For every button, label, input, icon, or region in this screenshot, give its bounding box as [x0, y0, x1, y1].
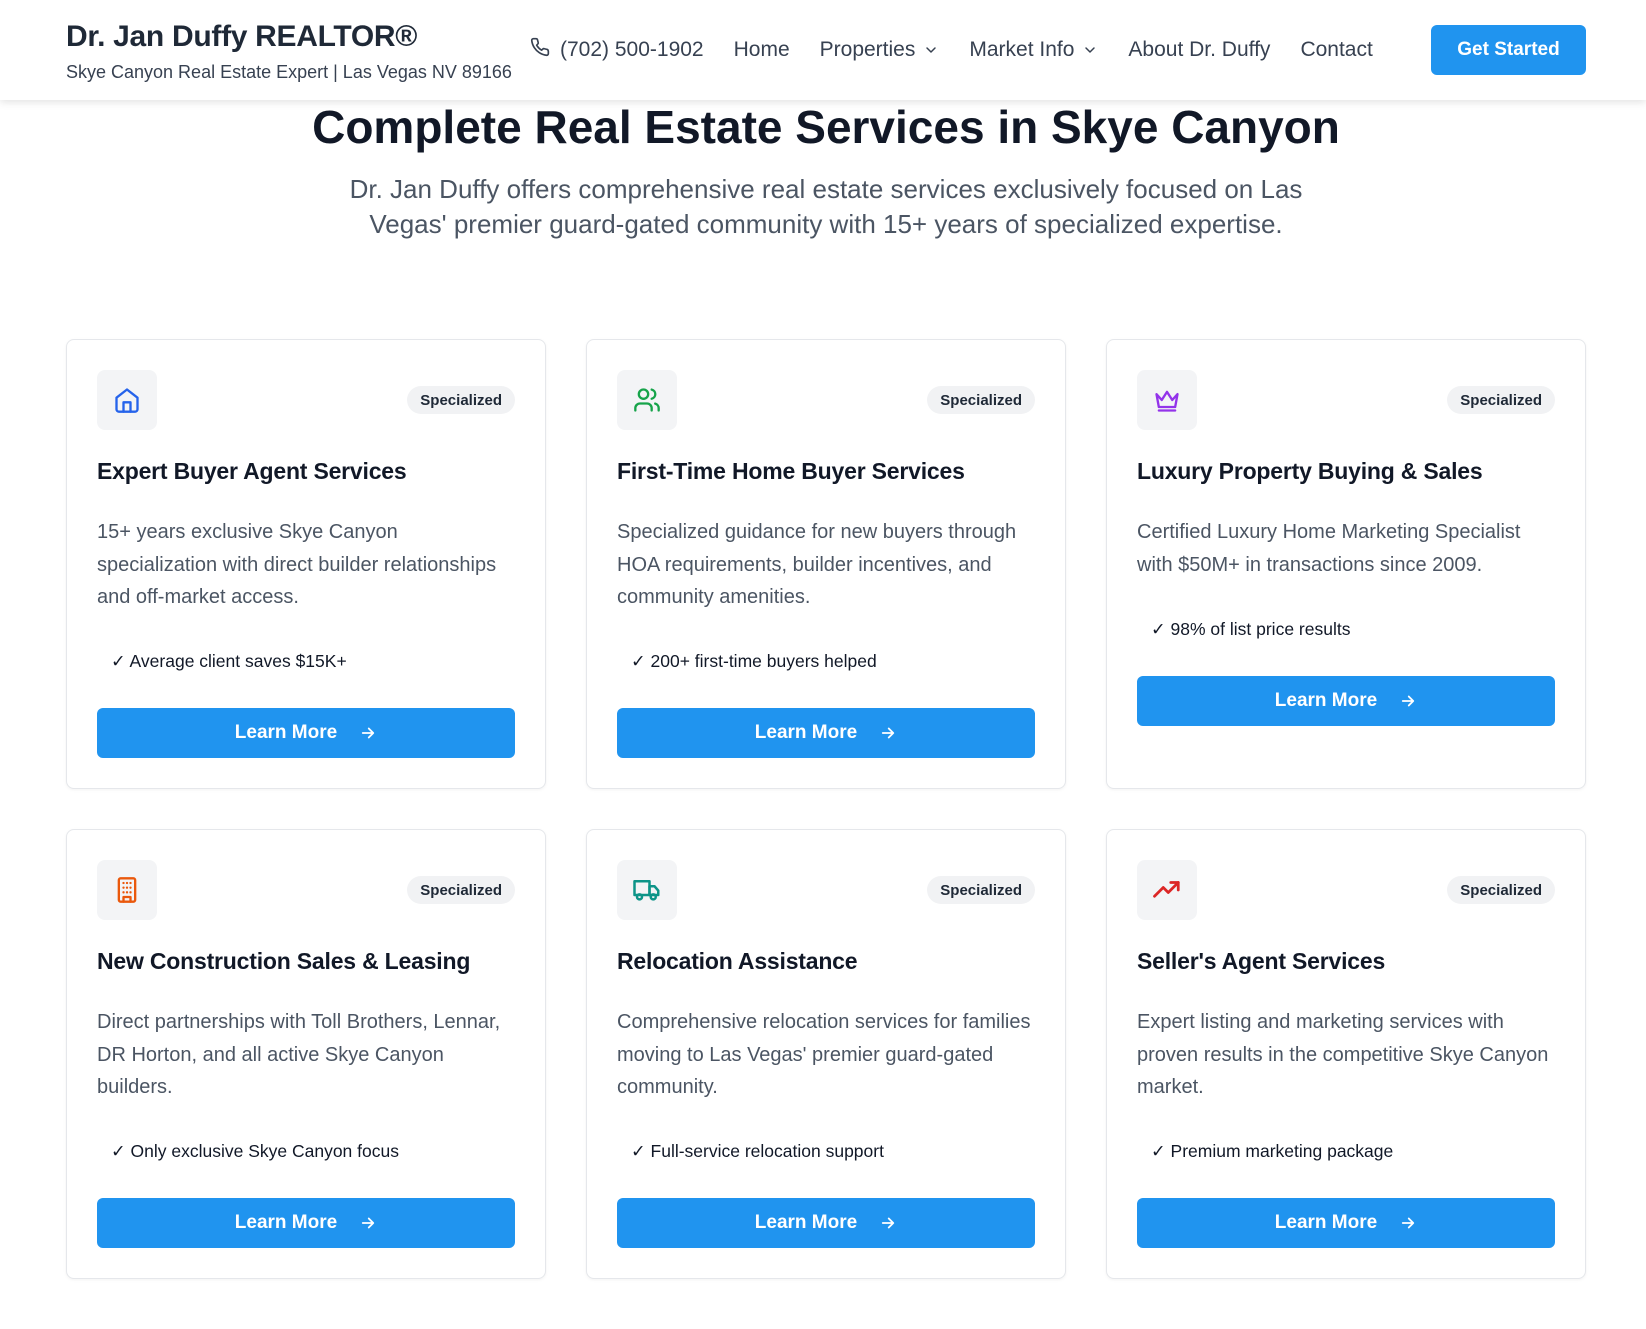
card-feature: ✓ 200+ first-time buyers helped: [631, 651, 877, 671]
nav-contact[interactable]: Contact: [1300, 38, 1372, 62]
card-feature: ✓ Only exclusive Skye Canyon focus: [111, 1141, 399, 1161]
nav-about[interactable]: About Dr. Duffy: [1128, 38, 1270, 62]
card-description: Comprehensive relocation services for fa…: [617, 1011, 1031, 1098]
learn-more-label: Learn More: [754, 1212, 858, 1233]
arrow-right-icon: [1402, 695, 1415, 707]
card-icon-box: [617, 860, 677, 920]
specialized-badge: Specialized: [1447, 876, 1555, 904]
chevron-down-icon: [1085, 47, 1096, 53]
learn-more-label: Learn More: [234, 1212, 338, 1233]
nav-market-info[interactable]: Market Info: [969, 38, 1098, 62]
specialized-badge: Specialized: [927, 386, 1035, 414]
learn-more-button[interactable]: Learn More: [617, 708, 1035, 758]
get-started-button[interactable]: Get Started: [1431, 25, 1586, 75]
card-description: Specialized guidance for new buyers thro…: [617, 521, 1017, 608]
crown-icon: [1155, 390, 1179, 412]
service-card-new-construction: Specialized New Construction Sales & Lea…: [66, 829, 546, 1279]
specialized-badge: Specialized: [1447, 386, 1555, 414]
learn-more-label: Learn More: [754, 722, 858, 743]
specialized-badge: Specialized: [407, 386, 515, 414]
specialized-badge: Specialized: [407, 876, 515, 904]
specialized-badge: Specialized: [927, 876, 1035, 904]
card-title: Expert Buyer Agent Services: [97, 458, 407, 484]
learn-more-button[interactable]: Learn More: [97, 708, 515, 758]
page-subtitle: Dr. Jan Duffy offers comprehensive real …: [349, 174, 1303, 239]
service-card-relocation: Specialized Relocation Assistance Compre…: [586, 829, 1066, 1279]
nav-home[interactable]: Home: [734, 38, 790, 62]
learn-more-button[interactable]: Learn More: [1137, 1198, 1555, 1248]
chevron-down-icon: [926, 47, 937, 53]
arrow-right-icon: [362, 1217, 375, 1229]
card-feature: ✓ Premium marketing package: [1151, 1141, 1394, 1161]
nav-properties[interactable]: Properties: [820, 38, 940, 62]
phone-number: (702) 500-1902: [560, 38, 704, 61]
card-title: New Construction Sales & Leasing: [97, 948, 471, 974]
card-title: First-Time Home Buyer Services: [617, 458, 965, 484]
card-icon-box: [1137, 370, 1197, 430]
service-card-seller-agent: Specialized Seller's Agent Services Expe…: [1106, 829, 1586, 1279]
card-feature: ✓ Full-service relocation support: [631, 1141, 884, 1161]
site-header: Dr. Jan Duffy REALTOR® Skye Canyon Real …: [0, 0, 1646, 100]
brand[interactable]: Dr. Jan Duffy REALTOR® Skye Canyon Real …: [66, 20, 512, 83]
home-icon: [115, 388, 139, 413]
phone-icon: [530, 37, 560, 63]
card-description: 15+ years exclusive Skye Canyon speciali…: [97, 521, 497, 608]
card-description: Expert listing and marketing services wi…: [1137, 1011, 1549, 1098]
card-icon-box: [617, 370, 677, 430]
arrow-right-icon: [362, 727, 375, 739]
nav-properties-label: Properties: [819, 38, 916, 61]
service-card-buyer-agent: Specialized Expert Buyer Agent Services …: [66, 339, 546, 789]
truck-icon: [633, 880, 660, 901]
card-feature: ✓ 98% of list price results: [1151, 619, 1351, 639]
card-icon-box: [97, 860, 157, 920]
users-icon: [634, 388, 660, 412]
learn-more-label: Learn More: [1274, 690, 1378, 711]
learn-more-button[interactable]: Learn More: [97, 1198, 515, 1248]
card-title: Seller's Agent Services: [1137, 948, 1386, 974]
card-title: Relocation Assistance: [617, 948, 858, 974]
learn-more-button[interactable]: Learn More: [617, 1198, 1035, 1248]
card-description: Certified Luxury Home Marketing Speciali…: [1137, 521, 1521, 576]
nav-market-info-label: Market Info: [969, 38, 1075, 61]
learn-more-label: Learn More: [1274, 1212, 1378, 1233]
learn-more-button[interactable]: Learn More: [1137, 676, 1555, 726]
main-nav: (702) 500-1902 Home Properties Market In…: [530, 0, 1403, 100]
arrow-right-icon: [882, 727, 895, 739]
card-description: Direct partnerships with Toll Brothers, …: [97, 1011, 501, 1098]
arrow-right-icon: [1402, 1217, 1415, 1229]
nav-contact-label: Contact: [1300, 38, 1373, 61]
trending-up-icon: [1153, 881, 1180, 898]
page-title: Complete Real Estate Services in Skye Ca…: [312, 101, 1340, 153]
building-icon: [117, 877, 137, 903]
card-icon-box: [1137, 860, 1197, 920]
card-icon-box: [97, 370, 157, 430]
brand-subtitle: Skye Canyon Real Estate Expert | Las Veg…: [66, 62, 512, 82]
arrow-right-icon: [882, 1217, 895, 1229]
phone-link[interactable]: (702) 500-1902: [530, 37, 704, 63]
brand-title[interactable]: Dr. Jan Duffy REALTOR®: [66, 20, 512, 54]
nav-home-label: Home: [733, 38, 790, 61]
card-title: Luxury Property Buying & Sales: [1137, 458, 1483, 484]
service-card-first-time-buyer: Specialized First-Time Home Buyer Servic…: [586, 339, 1066, 789]
service-card-luxury: Specialized Luxury Property Buying & Sal…: [1106, 339, 1586, 789]
learn-more-label: Learn More: [234, 722, 338, 743]
card-feature: ✓ Average client saves $15K+: [111, 651, 347, 671]
nav-about-label: About Dr. Duffy: [1128, 38, 1271, 61]
